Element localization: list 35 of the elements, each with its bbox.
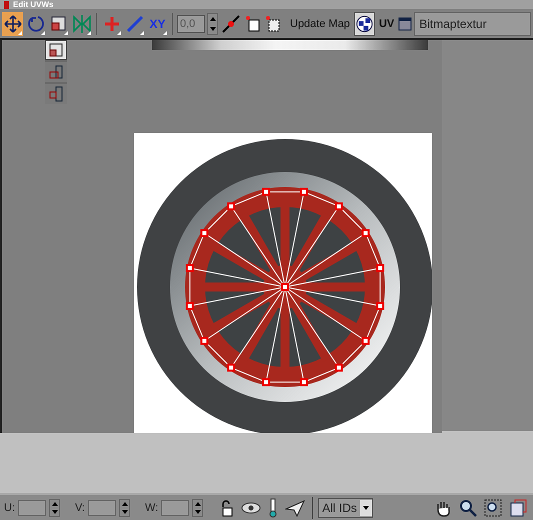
move-tool-button[interactable] bbox=[2, 12, 23, 36]
coordinate-label: U: bbox=[4, 502, 15, 514]
zoom-region-icon[interactable] bbox=[484, 498, 502, 516]
horizontal-scale-button[interactable] bbox=[45, 62, 67, 82]
padlock-icon[interactable] bbox=[220, 498, 234, 516]
paper-plane-icon[interactable] bbox=[285, 498, 306, 516]
show-map-button[interactable] bbox=[354, 12, 375, 36]
checkered-cube-icon bbox=[354, 14, 374, 34]
scale-icon bbox=[48, 42, 64, 58]
coordinate-label: V: bbox=[75, 502, 85, 514]
horizontal-scale-icon bbox=[48, 64, 64, 80]
app-icon bbox=[4, 0, 9, 8]
window-icon[interactable] bbox=[398, 16, 412, 30]
eye-icon[interactable] bbox=[241, 500, 262, 516]
thermometer-icon[interactable] bbox=[268, 498, 278, 518]
update-map-button[interactable]: Update Map bbox=[288, 18, 352, 30]
coordinate-label: W: bbox=[145, 502, 158, 514]
scale-icon bbox=[48, 14, 68, 34]
zoom-icon[interactable] bbox=[459, 498, 477, 516]
uv-editor-viewport[interactable] bbox=[0, 40, 442, 433]
id-filter-dropdown[interactable]: All IDs bbox=[318, 498, 373, 518]
spinner-arrows-icon[interactable] bbox=[207, 12, 218, 34]
spinner-arrows-icon[interactable] bbox=[49, 498, 60, 516]
texture-dropdown[interactable]: Bitmaptextur bbox=[414, 12, 531, 36]
vertical-scale-icon bbox=[48, 86, 64, 102]
mirror-icon bbox=[72, 14, 92, 34]
diagonal-line-icon bbox=[124, 14, 144, 34]
rotate-icon bbox=[26, 14, 46, 34]
spinner-arrows-icon[interactable] bbox=[119, 498, 130, 516]
vertical-scale-button[interactable] bbox=[45, 84, 67, 104]
uv-button[interactable]: UV bbox=[376, 18, 396, 30]
uniform-scale-button[interactable] bbox=[45, 40, 67, 60]
window-title: Edit UVWs bbox=[13, 0, 54, 9]
spinner-arrows-icon[interactable] bbox=[192, 498, 204, 516]
move-arrows-icon bbox=[2, 14, 22, 34]
